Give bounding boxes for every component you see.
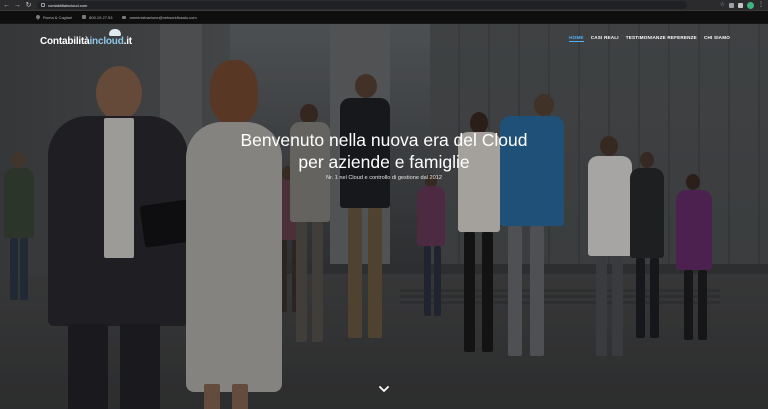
contact-phone[interactable]: 800.19.27.53	[82, 15, 112, 20]
contact-email[interactable]: amministrazione@networkficsalo.com	[122, 15, 197, 20]
hero-title-line2: per aziende e famiglie	[298, 152, 470, 172]
address-url: contabilitaincloud.com	[48, 2, 88, 8]
logo-accent: incloud	[89, 36, 124, 47]
nav-chi-siamo[interactable]: CHI SIAMO	[704, 35, 730, 42]
browser-menu-icon[interactable]: ⋮	[758, 2, 764, 8]
contact-phone-text[interactable]: 800.19.27.53	[89, 15, 112, 20]
contact-location-text: Roma & Cagliari	[43, 14, 73, 20]
hero-section: Contabilitàincloud.it HOME CASI REALI TE…	[0, 24, 768, 409]
hero-title: Benvenuto nella nuova era del Cloud per …	[0, 129, 768, 173]
logo-main: Contabilità	[40, 36, 90, 47]
main-nav: HOME CASI REALI TESTIMONIANZE REFERENZE …	[569, 35, 730, 42]
browser-extensions: ☆ ⋮	[720, 1, 764, 9]
logo-text: Contabilitàincloud.it	[40, 36, 132, 47]
extension-icon[interactable]	[729, 2, 734, 8]
hero-dark-overlay	[0, 24, 768, 409]
nav-casi-reali[interactable]: CASI REALI	[591, 35, 619, 42]
logo-suffix: .it	[123, 36, 133, 47]
contact-email-text[interactable]: amministrazione@networkficsalo.com	[129, 15, 196, 20]
chevron-down-icon[interactable]	[377, 384, 391, 394]
lock-icon	[41, 3, 45, 7]
hero-subtitle: Nr. 1 nel Cloud e controllo di gestione …	[326, 175, 442, 181]
hero-title-line1: Benvenuto nella nuova era del Cloud	[240, 130, 528, 150]
nav-testimonianze-referenze[interactable]: TESTIMONIANZE REFERENZE	[626, 35, 697, 42]
forward-icon[interactable]: →	[13, 1, 22, 10]
phone-icon	[82, 15, 87, 19]
location-pin-icon	[35, 14, 41, 20]
address-bar[interactable]: contabilitaincloud.com	[37, 1, 687, 9]
reload-icon[interactable]: ↻	[24, 1, 33, 10]
contact-bar: Roma & Cagliari 800.19.27.53 amministraz…	[0, 11, 768, 24]
site-logo[interactable]: Contabilitàincloud.it	[40, 29, 132, 47]
puzzle-icon[interactable]	[738, 2, 743, 8]
nav-home[interactable]: HOME	[569, 35, 584, 42]
profile-avatar[interactable]	[747, 1, 754, 9]
contact-location: Roma & Cagliari	[35, 14, 73, 20]
bookmark-star-icon[interactable]: ☆	[720, 2, 725, 8]
mail-icon	[122, 15, 127, 19]
back-icon[interactable]: ←	[2, 1, 11, 10]
cloud-icon	[109, 29, 121, 36]
browser-toolbar: ← → ↻ contabilitaincloud.com ☆ ⋮	[0, 0, 768, 11]
